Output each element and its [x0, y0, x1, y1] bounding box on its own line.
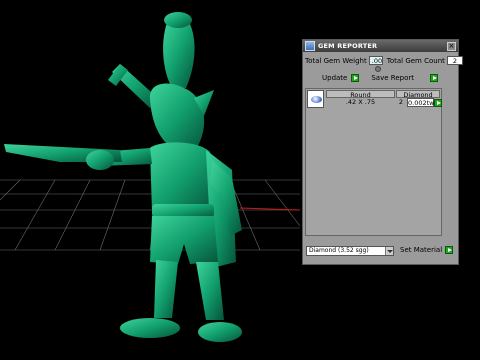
gem-table[interactable]: Round Diamond .42 X .75 2 0.002tw	[305, 88, 442, 236]
update-label: Update	[322, 74, 348, 82]
total-count-label: Total Gem Count	[386, 56, 445, 65]
totals-row: Total Gem Weight .00 Total Gem Count 2	[305, 56, 463, 65]
column-header-shape: Round	[326, 90, 395, 99]
set-material-row: Set Material	[400, 246, 454, 254]
floor-grid	[0, 179, 301, 251]
close-icon[interactable]: ×	[447, 41, 456, 51]
figure-model	[4, 12, 242, 342]
total-weight-label: Total Gem Weight	[305, 56, 367, 65]
gem-size-cell: .42 X .75	[345, 98, 376, 106]
gem-row-go-button[interactable]	[434, 99, 442, 107]
material-select-value: Diamond (3.52 sgg)	[309, 247, 369, 254]
gem-weight-cell[interactable]: 0.002tw	[407, 98, 434, 107]
gem-thumbnail[interactable]	[307, 90, 324, 108]
save-report-label: Save Report	[371, 74, 414, 82]
spinner-row	[375, 66, 381, 72]
chevron-down-icon[interactable]	[385, 247, 393, 255]
actions-row: Update Save Report	[322, 74, 438, 82]
panel-title: GEM REPORTER	[318, 42, 378, 50]
gem-count-cell: 2	[398, 98, 404, 106]
set-material-button[interactable]	[445, 246, 454, 254]
gem-reporter-icon	[305, 41, 315, 51]
save-report-button[interactable]	[429, 74, 438, 82]
total-weight-field[interactable]: .00	[368, 56, 383, 65]
spinner-icon[interactable]	[375, 66, 381, 72]
panel-titlebar[interactable]: GEM REPORTER ×	[303, 40, 458, 52]
update-button[interactable]	[351, 74, 360, 82]
set-material-label: Set Material	[400, 246, 443, 254]
round-gem-icon	[311, 96, 322, 103]
material-select[interactable]: Diamond (3.52 sgg)	[306, 246, 394, 256]
total-count-field[interactable]: 2	[446, 56, 463, 65]
column-header-material: Diamond	[396, 90, 440, 99]
